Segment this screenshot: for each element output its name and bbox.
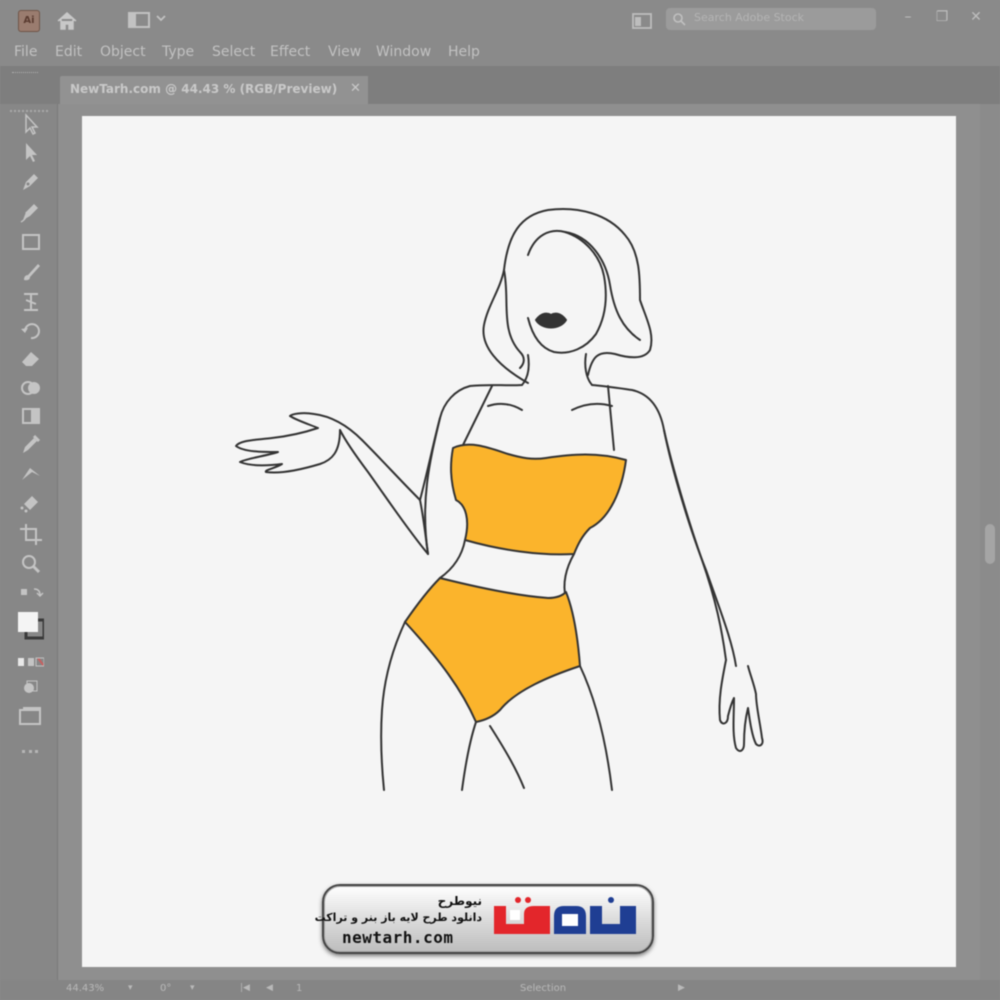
zoom-tool-icon[interactable] bbox=[18, 552, 44, 576]
rotation-dropdown-icon[interactable]: ▾ bbox=[190, 983, 195, 993]
home-icon[interactable] bbox=[56, 10, 78, 32]
direct-selection-tool-icon[interactable] bbox=[18, 140, 44, 164]
menu-view[interactable]: View bbox=[328, 44, 361, 60]
document-tab-label: NewTarh.com @ 44.43 % (RGB/Preview) bbox=[70, 82, 338, 96]
newtarh-watermark: نیوطرح دانلود طرح لایه باز بنر و تراکت n… bbox=[315, 884, 654, 954]
canvas-area[interactable] bbox=[58, 104, 980, 980]
artboard-number[interactable]: 1 bbox=[296, 983, 302, 994]
panel-grip[interactable] bbox=[12, 72, 38, 74]
curvature-tool-icon[interactable] bbox=[18, 200, 44, 224]
document-tab[interactable]: NewTarh.com @ 44.43 % (RGB/Preview) ✕ bbox=[60, 76, 368, 104]
status-menu-icon[interactable]: ▶ bbox=[678, 983, 685, 993]
menu-object[interactable]: Object bbox=[100, 44, 146, 60]
right-hand bbox=[718, 659, 764, 752]
hair-outline bbox=[482, 208, 653, 384]
minimize-button[interactable]: – bbox=[896, 6, 920, 28]
woman-illustration[interactable] bbox=[82, 116, 956, 967]
previous-artboard-icon[interactable]: ◀ bbox=[266, 983, 273, 993]
swap-colors-icon[interactable] bbox=[18, 584, 44, 608]
close-tab-button[interactable]: ✕ bbox=[350, 81, 361, 96]
title-bar: Ai Search Adobe Stock – ❐ ✕ bbox=[0, 0, 1000, 40]
bikini-bottom bbox=[404, 577, 581, 723]
color-mode-icons[interactable] bbox=[14, 650, 45, 674]
blend-tool-icon[interactable] bbox=[18, 462, 44, 486]
zoom-level[interactable]: 44.43% bbox=[66, 983, 104, 994]
collarbone-left bbox=[487, 402, 523, 411]
left-hand bbox=[235, 412, 363, 474]
pen-tool-icon[interactable] bbox=[18, 170, 44, 194]
fill-stroke-swatch[interactable] bbox=[18, 610, 46, 644]
artboard[interactable] bbox=[82, 116, 956, 967]
collarbone-right bbox=[571, 402, 613, 411]
left-forearm-inner bbox=[361, 439, 421, 501]
eraser-tool-icon[interactable] bbox=[18, 346, 44, 370]
hair-inner-left bbox=[503, 269, 525, 369]
strap-left bbox=[462, 385, 493, 446]
strap-right bbox=[607, 385, 615, 451]
search-icon bbox=[673, 13, 686, 26]
watermark-title: نیوطرح bbox=[437, 894, 482, 908]
scrollbar-thumb[interactable] bbox=[985, 524, 995, 564]
eyedropper-tool-icon[interactable] bbox=[18, 432, 44, 456]
rotate-tool-icon[interactable] bbox=[18, 318, 44, 342]
workspace-switcher-icon[interactable] bbox=[128, 12, 150, 28]
rectangle-tool-icon[interactable] bbox=[18, 230, 44, 254]
left-forearm bbox=[339, 429, 429, 555]
leg-left-inner bbox=[461, 721, 477, 791]
screen-mode-icon[interactable] bbox=[18, 704, 44, 728]
status-bar: 44.43% ▾ 0° ▾ |◀ ◀ 1 Selection ▶ bbox=[0, 980, 1000, 1000]
arrange-documents-icon[interactable] bbox=[632, 12, 652, 30]
watermark-subtitle: دانلود طرح لایه باز بنر و تراکت bbox=[314, 911, 482, 924]
right-arm-outer bbox=[663, 429, 737, 667]
menu-file[interactable]: File bbox=[14, 44, 37, 60]
menu-effect[interactable]: Effect bbox=[270, 44, 310, 60]
app-logo: Ai bbox=[18, 10, 40, 32]
leg-left-outer bbox=[380, 621, 406, 791]
paintbrush-tool-icon[interactable] bbox=[18, 260, 44, 284]
artboard-tool-icon[interactable] bbox=[18, 522, 44, 546]
watermark-url: newtarh.com bbox=[342, 928, 454, 947]
shape-builder-tool-icon[interactable] bbox=[18, 376, 44, 400]
symbol-sprayer-tool-icon[interactable] bbox=[18, 492, 44, 516]
illustrator-window: Ai Search Adobe Stock – ❐ ✕ File Edit Ob… bbox=[0, 0, 1000, 1000]
menu-edit[interactable]: Edit bbox=[55, 44, 82, 60]
zoom-dropdown-icon[interactable]: ▾ bbox=[128, 983, 133, 993]
newtarh-logo bbox=[494, 897, 636, 934]
leg-right-inner bbox=[489, 725, 525, 789]
document-tab-bar: NewTarh.com @ 44.43 % (RGB/Preview) ✕ bbox=[0, 66, 1000, 104]
leg-right-outer bbox=[579, 665, 613, 791]
first-artboard-icon[interactable]: |◀ bbox=[240, 983, 250, 993]
gradient-tool-icon[interactable] bbox=[18, 404, 44, 428]
vertical-scrollbar[interactable] bbox=[980, 104, 1000, 980]
left-upper-arm-back bbox=[424, 417, 441, 555]
bikini-top bbox=[450, 443, 627, 556]
menu-select[interactable]: Select bbox=[212, 44, 255, 60]
lips bbox=[535, 312, 567, 329]
search-placeholder: Search Adobe Stock bbox=[694, 11, 805, 24]
shaper-tool-icon[interactable] bbox=[18, 290, 44, 314]
current-tool-name: Selection bbox=[520, 983, 567, 994]
maximize-button[interactable]: ❐ bbox=[930, 6, 954, 28]
menu-help[interactable]: Help bbox=[448, 44, 480, 60]
draw-mode-icon[interactable] bbox=[18, 676, 44, 700]
chevron-down-icon[interactable] bbox=[155, 12, 167, 24]
edit-toolbar-icon[interactable] bbox=[22, 750, 38, 753]
menu-window[interactable]: Window bbox=[376, 44, 431, 60]
selection-tool-icon[interactable] bbox=[18, 112, 44, 136]
search-stock-field[interactable]: Search Adobe Stock bbox=[666, 8, 876, 30]
hair-strand bbox=[564, 231, 641, 341]
menu-bar: File Edit Object Type Select Effect View… bbox=[0, 40, 1000, 66]
menu-type[interactable]: Type bbox=[162, 44, 194, 60]
tools-panel bbox=[0, 104, 58, 980]
rotation-value[interactable]: 0° bbox=[160, 983, 171, 994]
close-window-button[interactable]: ✕ bbox=[964, 6, 988, 28]
